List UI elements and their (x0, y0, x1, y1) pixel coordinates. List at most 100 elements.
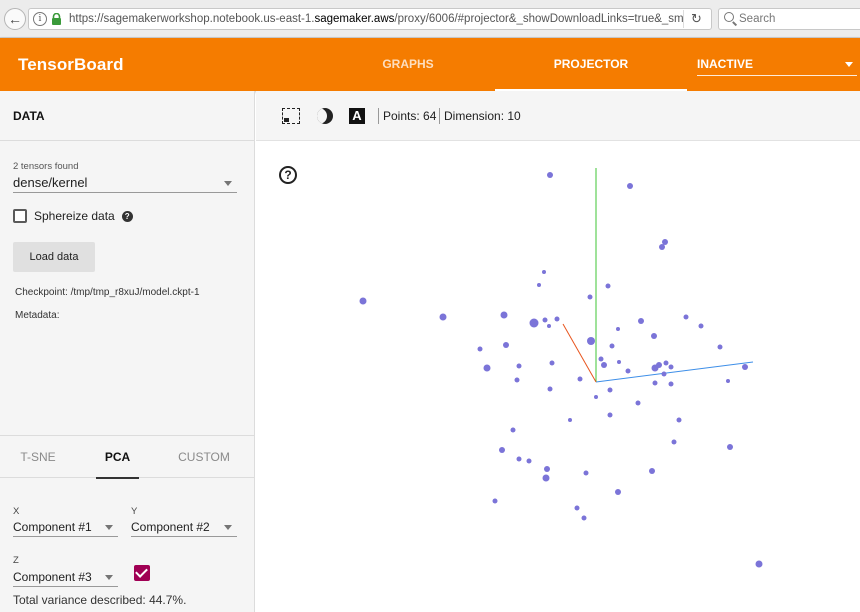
z-axis-line (562, 323, 597, 383)
embedding-point[interactable] (656, 362, 662, 368)
embedding-point[interactable] (568, 418, 572, 422)
embedding-point[interactable] (727, 444, 733, 450)
embedding-point[interactable] (359, 297, 367, 305)
embedding-point[interactable] (638, 318, 644, 324)
embedding-point[interactable] (483, 364, 491, 372)
tab-graphs[interactable]: GRAPHS (358, 38, 458, 91)
tensor-select[interactable]: dense/kernel (13, 173, 237, 193)
tab-custom[interactable]: CUSTOM (168, 436, 240, 478)
embedding-point[interactable] (547, 172, 553, 178)
points-count: Points: 64 (383, 109, 437, 123)
embedding-point[interactable] (676, 417, 682, 423)
scatter-plot[interactable] (256, 141, 860, 612)
app-header: TensorBoard GRAPHS PROJECTOR INACTIVE (0, 38, 860, 91)
embedding-point[interactable] (607, 387, 613, 393)
embedding-point[interactable] (537, 283, 541, 287)
embedding-point[interactable] (542, 474, 550, 482)
embedding-point[interactable] (683, 314, 689, 320)
embedding-point[interactable] (500, 311, 508, 319)
embedding-point[interactable] (755, 560, 763, 568)
embedding-point[interactable] (609, 343, 615, 349)
embedding-point[interactable] (607, 412, 613, 418)
label-icon[interactable]: A (349, 108, 365, 124)
embedding-point[interactable] (635, 400, 641, 406)
embedding-point[interactable] (652, 380, 658, 386)
browser-search-input[interactable]: Search (718, 8, 860, 30)
embedding-point[interactable] (526, 458, 532, 464)
dimension-count: Dimension: 10 (444, 109, 521, 123)
embedding-point[interactable] (742, 364, 748, 370)
embedding-point[interactable] (547, 386, 553, 392)
embedding-point[interactable] (627, 183, 633, 189)
x-component-select[interactable]: Component #1 (13, 517, 118, 537)
z-axis-label: Z (13, 555, 19, 566)
help-icon[interactable]: ? (121, 210, 133, 222)
embedding-point[interactable] (659, 244, 665, 250)
embedding-point[interactable] (698, 323, 704, 329)
embedding-point[interactable] (601, 362, 607, 368)
embedding-point[interactable] (547, 324, 551, 328)
load-data-button[interactable]: Load data (13, 242, 95, 272)
embedding-point[interactable] (663, 360, 669, 366)
tensor-select-value: dense/kernel (13, 175, 88, 190)
embedding-point[interactable] (587, 294, 593, 300)
run-select-value: INACTIVE (697, 57, 754, 71)
tab-projector[interactable]: PROJECTOR (495, 38, 687, 91)
embedding-point[interactable] (503, 342, 509, 348)
info-icon[interactable]: i (33, 12, 47, 26)
run-select[interactable]: INACTIVE (697, 52, 857, 76)
embedding-point[interactable] (510, 427, 516, 433)
embedding-point[interactable] (544, 466, 550, 472)
embedding-point[interactable] (671, 439, 677, 445)
embedding-point[interactable] (615, 489, 621, 495)
reload-icon[interactable]: ↻ (683, 10, 709, 28)
z-component-select[interactable]: Component #3 (13, 567, 118, 587)
sphereize-checkbox[interactable] (13, 209, 27, 223)
embedding-point[interactable] (583, 470, 589, 476)
embedding-point[interactable] (668, 364, 674, 370)
embedding-point[interactable] (542, 270, 546, 274)
embedding-point[interactable] (581, 515, 587, 521)
embedding-point[interactable] (516, 456, 522, 462)
embedding-point[interactable] (726, 379, 730, 383)
embedding-point[interactable] (439, 313, 447, 321)
tab-tsne[interactable]: T-SNE (0, 436, 76, 478)
embedding-point[interactable] (661, 371, 667, 377)
embedding-point[interactable] (717, 344, 723, 350)
address-bar[interactable]: i https://sagemakerworkshop.notebook.us-… (28, 8, 712, 30)
embedding-point[interactable] (587, 337, 595, 345)
embedding-point[interactable] (549, 360, 555, 366)
embedding-point[interactable] (594, 395, 598, 399)
embedding-point[interactable] (554, 316, 560, 322)
night-mode-icon[interactable] (317, 108, 333, 124)
embedding-point[interactable] (668, 381, 674, 387)
projector-canvas[interactable]: ? (256, 141, 860, 612)
embedding-point[interactable] (514, 377, 520, 383)
embedding-point[interactable] (616, 327, 620, 331)
embedding-point[interactable] (492, 498, 498, 504)
browser-chrome: ← i https://sagemakerworkshop.notebook.u… (0, 0, 860, 38)
z-component-checkbox[interactable] (134, 565, 150, 581)
lock-icon (52, 13, 61, 25)
tab-pca[interactable]: PCA (96, 436, 139, 479)
embedding-point[interactable] (625, 368, 631, 374)
selection-box-icon[interactable] (282, 108, 300, 124)
embedding-point[interactable] (598, 356, 604, 362)
embedding-point[interactable] (617, 360, 621, 364)
embedding-point[interactable] (477, 346, 483, 352)
embedding-point[interactable] (649, 468, 655, 474)
embedding-point[interactable] (499, 447, 505, 453)
embedding-point[interactable] (529, 318, 539, 328)
embedding-point[interactable] (542, 317, 548, 323)
embedding-point[interactable] (574, 505, 580, 511)
embedding-point[interactable] (651, 333, 657, 339)
embedding-point[interactable] (662, 239, 668, 245)
y-component-select[interactable]: Component #2 (131, 517, 237, 537)
help-icon[interactable]: ? (279, 166, 297, 184)
z-component-value: Component #3 (13, 570, 92, 584)
x-component-value: Component #1 (13, 520, 92, 534)
embedding-point[interactable] (577, 376, 583, 382)
embedding-point[interactable] (516, 363, 522, 369)
embedding-point[interactable] (605, 283, 611, 289)
back-arrow-icon[interactable]: ← (4, 8, 26, 30)
